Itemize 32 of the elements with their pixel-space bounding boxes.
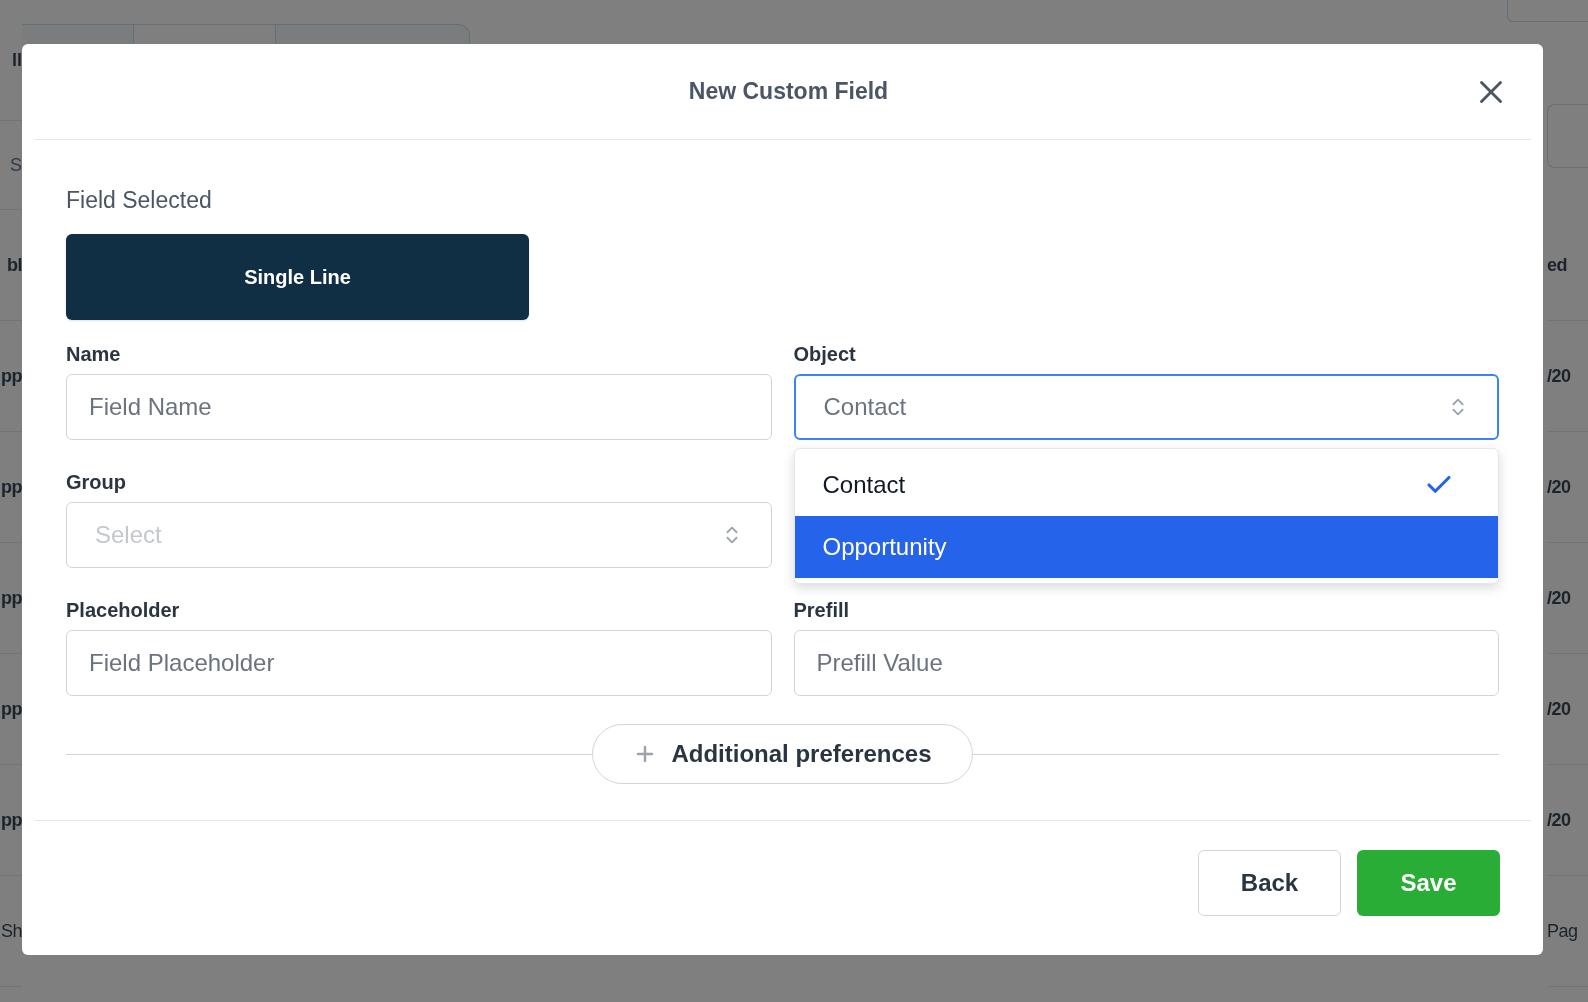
field-label: Group [66,470,127,494]
background-text: bl [6,256,22,274]
background-text: pp [0,589,22,607]
dropdown-option[interactable]: Contact [794,454,1498,516]
select-field[interactable]: Contact [793,374,1499,440]
background-text: ll [12,51,22,69]
field-label: Object [793,342,857,366]
background-text: ed [1547,256,1568,274]
field-type-button[interactable]: Single Line [66,234,529,320]
background-text: pp [0,700,22,718]
section-label: Field Selected [66,186,213,214]
dialog-title: New Custom Field [688,77,889,107]
additional-preferences-button[interactable]: Additional preferences [592,724,973,784]
text-field[interactable]: Field Placeholder [66,630,772,696]
field-label: Name [66,342,122,366]
dropdown-option[interactable]: Opportunity [794,516,1498,578]
background-text: /20 [1547,589,1571,607]
field-label: Placeholder [66,598,181,622]
background-text: pp [0,478,22,496]
field-label: Prefill [793,598,851,622]
text-field[interactable]: Prefill Value [793,630,1499,696]
background-text: pp [0,811,22,829]
background-text: /20 [1547,811,1571,829]
background-text: /20 [1547,478,1571,496]
background-text: S [10,156,22,174]
background-text: pp [0,367,22,385]
back-button[interactable]: Back [1198,850,1341,916]
background-text: /20 [1547,367,1571,385]
background-text: Sh [0,922,22,940]
background-text: Pag [1547,922,1578,940]
text-field[interactable]: Field Name [66,374,772,440]
background-text: /20 [1547,700,1571,718]
